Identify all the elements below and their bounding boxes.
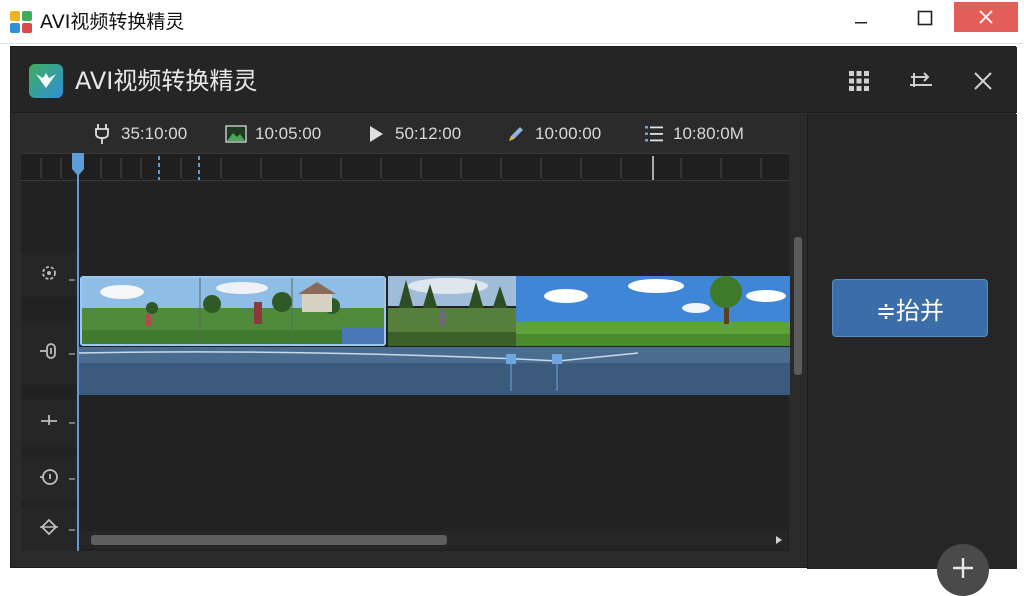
video-clip-selected[interactable]: [80, 276, 386, 346]
horizontal-scroll-thumb[interactable]: [91, 535, 447, 545]
plus-cross-icon: [38, 410, 60, 436]
app-title: AVI视频转换精灵: [75, 67, 258, 95]
app-header: AVI视频转换精灵: [11, 47, 1017, 113]
info-value: 10:05:00: [255, 124, 322, 143]
info-item-list: 10:80:0M: [643, 123, 744, 145]
plus-icon: [950, 555, 976, 585]
track-header-effects[interactable]: [21, 253, 77, 297]
vertical-scroll-thumb[interactable]: [794, 237, 802, 375]
minimize-button[interactable]: [838, 0, 884, 36]
timer-icon: [38, 466, 60, 492]
track-marker: [69, 478, 75, 480]
side-panel: ≑抬并: [807, 114, 1017, 596]
audio-clip-icon: [38, 340, 60, 366]
app-icon: [10, 11, 32, 33]
image-icon: [225, 124, 247, 144]
info-value: 10:80:0M: [673, 124, 744, 143]
info-value: 35:10:00: [121, 124, 188, 143]
app-window: AVI视频转换精灵 35:10:00 10:05:00 50:12:00 10:…: [10, 46, 1017, 596]
plug-icon: [91, 124, 113, 144]
info-item-play: 50:12:00: [365, 123, 461, 145]
add-button[interactable]: [937, 544, 989, 596]
maximize-button[interactable]: [902, 0, 948, 36]
app-logo-icon: [29, 64, 63, 98]
playhead-line: [77, 153, 79, 551]
merge-button[interactable]: ≑抬并: [832, 279, 988, 337]
vertical-scrollbar[interactable]: [790, 167, 806, 551]
horizontal-scrollbar[interactable]: [79, 531, 787, 549]
track-marker: [69, 422, 75, 424]
window-title: AVI视频转换精灵: [40, 11, 185, 33]
swap-icon[interactable]: [905, 65, 937, 97]
playhead-handle[interactable]: [70, 153, 86, 177]
track-marker: [69, 529, 75, 531]
diamond-marker-icon: [38, 516, 60, 542]
info-value: 50:12:00: [395, 124, 462, 143]
video-clip[interactable]: [388, 276, 516, 346]
audio-track-clip[interactable]: [77, 347, 790, 395]
os-titlebar: AVI视频转换精灵: [0, 0, 1024, 44]
pen-icon: [505, 124, 527, 144]
timeline-ruler[interactable]: [21, 153, 789, 181]
info-item-edit: 10:00:00: [505, 123, 601, 145]
track-marker: [69, 353, 75, 355]
info-value: 10:00:00: [535, 124, 602, 143]
settings-gear-icon: [38, 262, 60, 288]
window-close-button[interactable]: [954, 2, 1018, 32]
close-icon[interactable]: [967, 65, 999, 97]
video-clip[interactable]: [516, 276, 790, 346]
play-icon: [365, 124, 387, 144]
info-item-power: 35:10:00: [91, 123, 187, 145]
info-bar: 35:10:00 10:05:00 50:12:00 10:00:00 10:8…: [11, 114, 807, 152]
grid-icon[interactable]: [843, 65, 875, 97]
list-icon: [643, 124, 665, 144]
track-marker: [69, 279, 75, 281]
info-item-image: 10:05:00: [225, 123, 321, 145]
